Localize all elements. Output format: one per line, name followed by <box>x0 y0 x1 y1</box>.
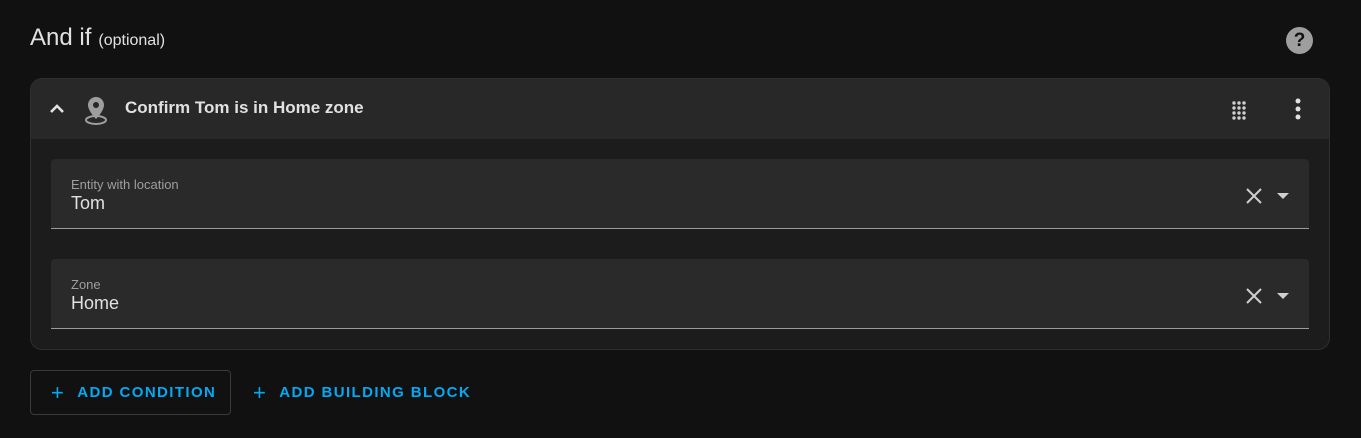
field-value[interactable]: Home <box>71 293 119 314</box>
chevron-up-icon[interactable] <box>47 99 67 119</box>
section-title: And if <box>30 24 92 51</box>
field-label: Zone <box>71 277 101 292</box>
add-building-block-label: ADD BUILDING BLOCK <box>279 384 472 401</box>
section-header: And if (optional) <box>30 24 165 52</box>
condition-card-title: Confirm Tom is in Home zone <box>125 98 364 117</box>
entity-with-location-field[interactable]: Entity with location Tom <box>51 159 1309 229</box>
zone-field[interactable]: Zone Home <box>51 259 1309 329</box>
add-building-block-button[interactable]: + ADD BUILDING BLOCK <box>251 370 471 415</box>
field-value[interactable]: Tom <box>71 193 105 214</box>
condition-card: Confirm Tom is in Home zone Entity with … <box>30 78 1330 350</box>
condition-card-header[interactable]: Confirm Tom is in Home zone <box>31 79 1329 139</box>
caret-down-icon[interactable] <box>1275 189 1291 201</box>
dots-vertical-icon[interactable] <box>1288 98 1308 120</box>
drag-handle-icon[interactable] <box>1230 100 1248 120</box>
map-marker-icon <box>83 95 109 125</box>
field-label: Entity with location <box>71 177 179 192</box>
add-condition-button[interactable]: + ADD CONDITION <box>30 370 231 415</box>
caret-down-icon[interactable] <box>1275 289 1291 301</box>
add-condition-label: ADD CONDITION <box>77 384 217 401</box>
plus-icon: + <box>253 379 268 405</box>
help-icon[interactable]: ? <box>1286 27 1313 54</box>
section-optional-label: (optional) <box>98 32 166 49</box>
close-icon[interactable] <box>1244 186 1264 206</box>
plus-icon: + <box>51 379 66 405</box>
close-icon[interactable] <box>1244 286 1264 306</box>
